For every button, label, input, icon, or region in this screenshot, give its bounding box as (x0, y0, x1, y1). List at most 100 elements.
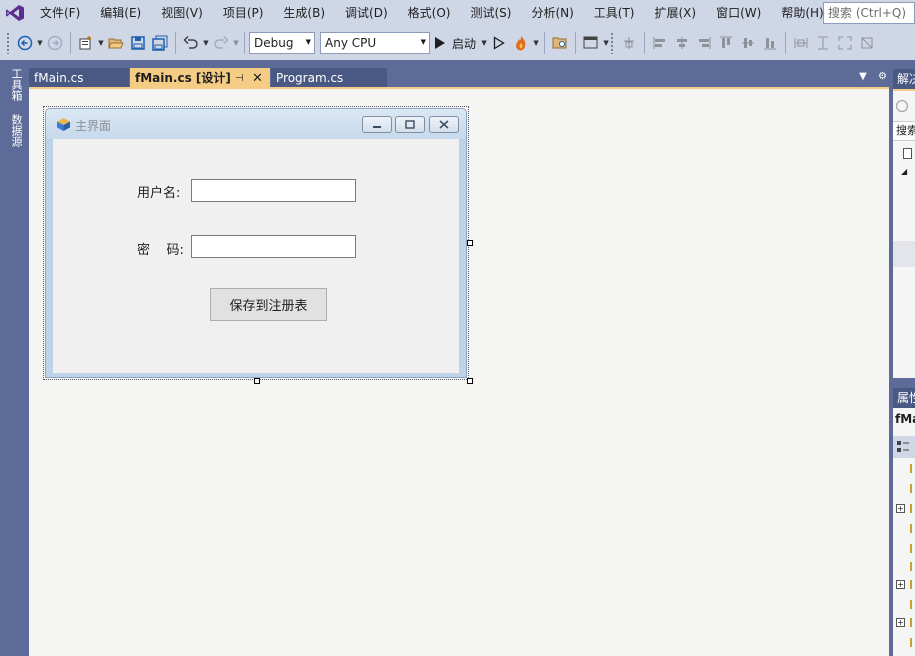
solution-configuration-select[interactable]: Debug ▼ (249, 32, 315, 54)
layout-dropdown-icon[interactable]: ▼ (602, 32, 610, 54)
properties-title[interactable]: 属性 (893, 388, 915, 408)
properties-toolbar (893, 436, 915, 458)
solution-explorer-title[interactable]: 解决方案资源管理器 (893, 69, 915, 89)
expand-plus-icon[interactable]: + (896, 618, 905, 627)
property-row-marker (910, 618, 912, 627)
hot-reload-icon[interactable] (511, 32, 531, 54)
solution-icon (903, 148, 912, 159)
start-debugging-button[interactable]: 启动 (430, 32, 480, 54)
undo-dropdown-icon[interactable]: ▼ (202, 32, 210, 54)
start-without-debugging-icon[interactable] (489, 32, 509, 54)
open-file-icon[interactable] (106, 32, 126, 54)
close-tab-icon[interactable]: ✕ (252, 68, 263, 89)
form-title: 主界面 (75, 119, 112, 133)
expand-arrow-icon[interactable]: ◢ (901, 167, 907, 176)
redo-icon[interactable] (211, 32, 231, 54)
password-field[interactable] (191, 235, 356, 258)
visual-studio-logo-icon (0, 0, 30, 26)
align-to-grid-icon[interactable] (619, 32, 639, 54)
search-input[interactable]: 搜索 (Ctrl+Q) (823, 2, 915, 24)
tab-program-cs[interactable]: Program.cs (271, 68, 387, 89)
make-same-size-icon[interactable] (857, 32, 877, 54)
menu-analyze[interactable]: 分析(N) (521, 0, 583, 26)
toolbar-grip[interactable] (6, 32, 10, 54)
close-button[interactable] (429, 116, 459, 133)
make-same-width-icon[interactable] (791, 32, 811, 54)
make-same-height-icon[interactable] (813, 32, 833, 54)
tab-label: Program.cs (276, 71, 344, 85)
resize-handle-right[interactable] (467, 240, 473, 246)
expand-plus-icon[interactable]: + (896, 504, 905, 513)
layout-toolbar-icon[interactable] (581, 32, 601, 54)
tab-fmain-cs[interactable]: fMain.cs (29, 68, 129, 89)
properties-panel: fMain + + + (893, 408, 915, 656)
new-project-dropdown-icon[interactable]: ▼ (97, 32, 105, 54)
align-tops-icon[interactable] (716, 32, 736, 54)
back-icon[interactable] (895, 99, 909, 116)
menu-view[interactable]: 视图(V) (151, 0, 213, 26)
new-project-icon[interactable] (76, 32, 96, 54)
designer-surface[interactable]: 主界面 用户名: 密 码: 保存到注册表 (29, 89, 889, 656)
menu-format[interactable]: 格式(O) (398, 0, 461, 26)
save-all-icon[interactable] (150, 32, 170, 54)
property-row-marker (910, 504, 912, 513)
menu-window[interactable]: 窗口(W) (706, 0, 771, 26)
form-title-bar[interactable]: 主界面 (46, 109, 466, 139)
toolbar-separator (175, 32, 176, 54)
platform-value: Any CPU (325, 36, 377, 50)
start-label: 启动 (452, 36, 477, 51)
resize-handle-bottom-right[interactable] (467, 378, 473, 384)
align-bottoms-icon[interactable] (760, 32, 780, 54)
menu-bar: 文件(F) 编辑(E) 视图(V) 项目(P) 生成(B) 调试(D) 格式(O… (0, 0, 915, 26)
align-middles-icon[interactable] (738, 32, 758, 54)
tab-list-dropdown-icon[interactable]: ▼ (859, 71, 867, 82)
datasources-tab[interactable]: 数据源 (6, 114, 23, 147)
browse-folder-icon[interactable] (550, 32, 570, 54)
align-lefts-icon[interactable] (650, 32, 670, 54)
navigate-back-dropdown-icon[interactable]: ▼ (36, 32, 44, 54)
tab-fmain-designer[interactable]: fMain.cs [设计] ⊣ ✕ (130, 68, 270, 89)
chevron-down-icon: ▼ (420, 38, 426, 46)
navigate-back-icon[interactable] (15, 32, 35, 54)
expand-plus-icon[interactable]: + (896, 580, 905, 589)
menu-tools[interactable]: 工具(T) (584, 0, 645, 26)
resize-handle-bottom[interactable] (254, 378, 260, 384)
menu-extensions[interactable]: 扩展(X) (644, 0, 706, 26)
maximize-button[interactable] (395, 116, 425, 133)
categorized-icon[interactable] (896, 440, 910, 454)
menu-test[interactable]: 测试(S) (460, 0, 521, 26)
configuration-value: Debug (254, 36, 294, 50)
username-field[interactable] (191, 179, 356, 202)
menu-file[interactable]: 文件(F) (30, 0, 90, 26)
menu-edit[interactable]: 编辑(E) (90, 0, 151, 26)
save-icon[interactable] (128, 32, 148, 54)
save-to-registry-button[interactable]: 保存到注册表 (210, 288, 327, 321)
start-dropdown-icon[interactable]: ▼ (480, 32, 488, 54)
toolbar-separator (70, 32, 71, 54)
size-to-grid-icon[interactable] (835, 32, 855, 54)
menu-build[interactable]: 生成(B) (273, 0, 335, 26)
menu-debug[interactable]: 调试(D) (335, 0, 398, 26)
form-window[interactable]: 主界面 用户名: 密 码: 保存到注册表 (45, 108, 467, 378)
standard-toolbar: ▼ ▼ ▼ ▼ Debug ▼ Any CPU ▼ 启动 ▼ ▼ ▼ (0, 26, 915, 60)
property-row-marker (910, 524, 912, 533)
selected-row[interactable] (893, 241, 915, 267)
toolbox-tab[interactable]: 工具箱 (6, 68, 23, 101)
navigate-forward-icon[interactable] (45, 32, 65, 54)
toolbar-grip[interactable] (610, 32, 615, 54)
align-rights-icon[interactable] (694, 32, 714, 54)
hot-reload-dropdown-icon[interactable]: ▼ (532, 32, 540, 54)
gear-icon[interactable]: ⚙ (878, 71, 887, 82)
minimize-icon (373, 125, 381, 128)
solution-search-input[interactable]: 搜索解决方案资源管理器 (893, 121, 915, 141)
toolbar-separator (644, 32, 646, 54)
undo-icon[interactable] (181, 32, 201, 54)
menu-project[interactable]: 项目(P) (213, 0, 274, 26)
solution-platform-select[interactable]: Any CPU ▼ (320, 32, 430, 54)
align-centers-icon[interactable] (672, 32, 692, 54)
minimize-button[interactable] (362, 116, 392, 133)
redo-dropdown-icon[interactable]: ▼ (232, 32, 240, 54)
property-row-marker (910, 600, 912, 609)
properties-object-name[interactable]: fMain (895, 412, 915, 426)
pin-tab-icon[interactable]: ⊣ (235, 68, 244, 89)
